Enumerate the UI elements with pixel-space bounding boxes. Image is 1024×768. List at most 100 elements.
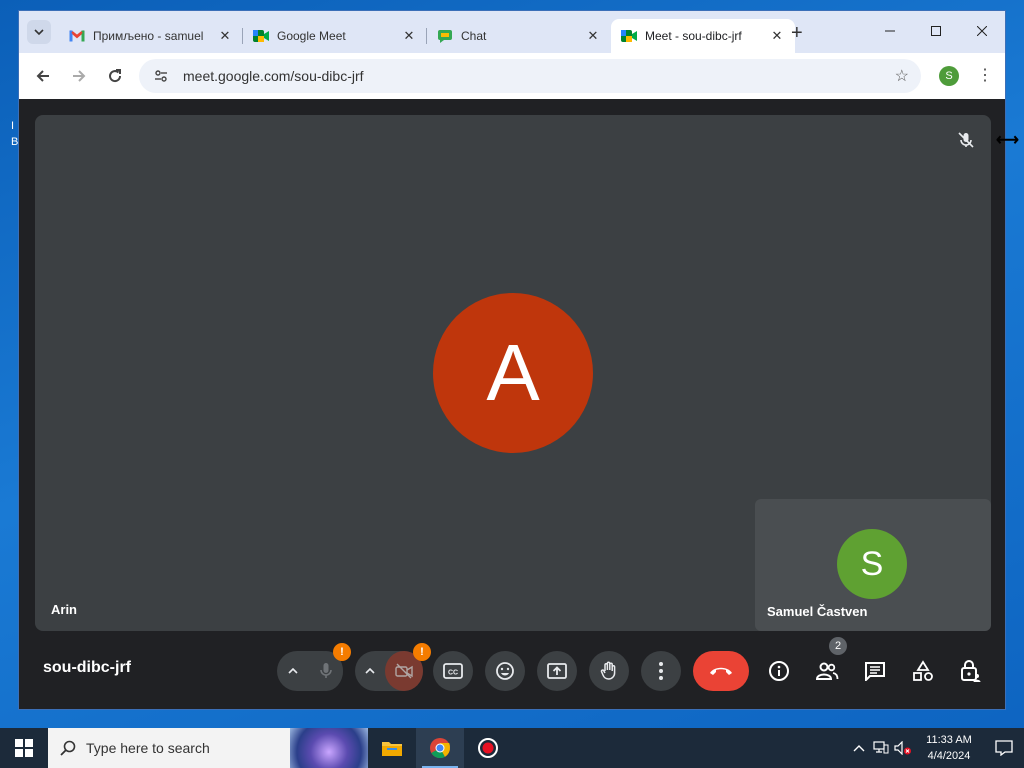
mic-button[interactable]: !	[309, 643, 351, 691]
arrow-left-icon	[36, 70, 49, 82]
close-icon	[977, 26, 987, 36]
address-bar[interactable]: meet.google.com/sou-dibc-jrf ☆	[139, 59, 921, 93]
self-view-tile[interactable]: S Samuel Častven	[755, 499, 991, 631]
chevron-up-icon	[365, 668, 375, 674]
windows-logo-icon	[15, 739, 33, 757]
taskbar-recorder[interactable]	[464, 728, 512, 768]
mic-off-icon	[955, 129, 977, 151]
start-button[interactable]	[0, 728, 48, 768]
record-icon	[478, 738, 498, 758]
meeting-controls: sou-dibc-jrf ! ! CC 2	[19, 631, 1005, 709]
network-icon[interactable]	[870, 728, 892, 768]
closed-captions-icon: CC	[443, 663, 463, 679]
volume-muted-icon[interactable]	[892, 728, 914, 768]
bookmark-star-icon[interactable]: ☆	[895, 66, 909, 86]
clock-date: 4/4/2024	[927, 750, 971, 762]
people-icon	[815, 662, 839, 680]
maximize-icon	[931, 26, 941, 36]
self-name: Samuel Častven	[767, 604, 868, 619]
maximize-button[interactable]	[913, 11, 959, 51]
notification-icon	[995, 740, 1013, 756]
camera-control-group: !	[355, 643, 431, 691]
tab-title: Chat	[461, 29, 487, 43]
clock-time: 11:33 AM	[926, 734, 972, 746]
chrome-icon	[430, 738, 450, 759]
people-button[interactable]	[813, 657, 841, 685]
close-window-button[interactable]	[959, 11, 1005, 51]
mic-control-group: !	[277, 643, 351, 691]
back-button[interactable]	[27, 60, 59, 92]
new-tab-button[interactable]: +	[791, 23, 803, 43]
meet-icon	[621, 28, 637, 44]
profile-avatar[interactable]: S	[939, 66, 959, 86]
desktop-edge: IB	[11, 120, 19, 148]
browser-window: Примљено - samuel ✕ Google Meet ✕ Chat ✕	[18, 10, 1006, 710]
close-icon[interactable]: ✕	[401, 28, 417, 44]
captions-button[interactable]: CC	[433, 651, 473, 691]
leave-call-button[interactable]	[693, 651, 749, 691]
arrow-right-icon	[73, 70, 86, 82]
tab-gmail[interactable]: Примљено - samuel ✕	[59, 19, 243, 53]
tab-title: Примљено - samuel	[93, 29, 204, 43]
meet-page: A Arin S Samuel Častven sou-dibc-jrf ! !…	[19, 99, 1005, 709]
present-button[interactable]	[537, 651, 577, 691]
call-end-icon	[710, 667, 732, 675]
tab-title: Meet - sou-dibc-jrf	[645, 29, 742, 43]
activities-button[interactable]	[909, 657, 937, 685]
warning-badge: !	[333, 643, 351, 661]
camera-off-icon	[395, 663, 413, 679]
browser-toolbar: meet.google.com/sou-dibc-jrf ☆ S ⋮	[19, 53, 1005, 99]
camera-options-button[interactable]	[355, 651, 385, 691]
taskbar-file-explorer[interactable]	[368, 728, 416, 768]
system-tray: 11:33 AM 4/4/2024	[848, 728, 1024, 768]
info-icon	[769, 661, 789, 681]
forward-button[interactable]	[63, 60, 95, 92]
tab-meet-active[interactable]: Meet - sou-dibc-jrf ✕	[611, 19, 795, 53]
meeting-details-button[interactable]	[765, 657, 793, 685]
shapes-icon	[913, 660, 933, 681]
mic-icon	[320, 663, 332, 678]
close-icon[interactable]: ✕	[217, 28, 233, 44]
present-screen-icon	[547, 663, 567, 679]
search-icon	[60, 740, 76, 756]
raise-hand-button[interactable]	[589, 651, 629, 691]
minimize-button[interactable]	[867, 11, 913, 51]
reload-button[interactable]	[99, 60, 131, 92]
notifications-button[interactable]	[984, 728, 1024, 768]
chat-icon	[437, 28, 453, 44]
gmail-icon	[69, 28, 85, 44]
close-icon[interactable]: ✕	[769, 28, 785, 44]
hand-icon	[600, 661, 616, 680]
camera-button[interactable]: !	[385, 643, 431, 691]
chat-bubble-icon	[865, 662, 885, 681]
participant-name: Arin	[51, 602, 77, 617]
browser-menu-icon[interactable]: ⋮	[977, 65, 993, 85]
meet-icon	[253, 28, 269, 44]
taskbar-search[interactable]: Type here to search	[48, 728, 368, 768]
more-options-button[interactable]	[641, 651, 681, 691]
tab-google-meet[interactable]: Google Meet ✕	[243, 19, 427, 53]
tab-search-button[interactable]	[27, 20, 51, 44]
meeting-code: sou-dibc-jrf	[43, 659, 131, 676]
mic-options-button[interactable]	[277, 651, 309, 691]
folder-icon	[382, 742, 402, 756]
taskbar-chrome[interactable]	[416, 728, 464, 768]
search-placeholder: Type here to search	[86, 740, 210, 756]
tab-chat[interactable]: Chat ✕	[427, 19, 611, 53]
lock-person-icon	[961, 660, 981, 682]
reload-icon	[109, 69, 122, 83]
chevron-up-icon	[288, 668, 298, 674]
clock[interactable]: 11:33 AM 4/4/2024	[914, 732, 984, 764]
tab-title: Google Meet	[277, 29, 346, 43]
chat-button[interactable]	[861, 657, 889, 685]
host-controls-button[interactable]	[957, 657, 985, 685]
emoji-icon	[496, 662, 514, 680]
resize-cursor-icon: ⟷	[996, 132, 1019, 149]
reactions-button[interactable]	[485, 651, 525, 691]
site-info-icon[interactable]	[151, 66, 171, 86]
close-icon[interactable]: ✕	[585, 28, 601, 44]
svg-text:CC: CC	[448, 670, 458, 677]
chevron-up-icon[interactable]	[848, 728, 870, 768]
people-count-badge: 2	[829, 637, 847, 655]
minimize-icon	[885, 30, 895, 32]
